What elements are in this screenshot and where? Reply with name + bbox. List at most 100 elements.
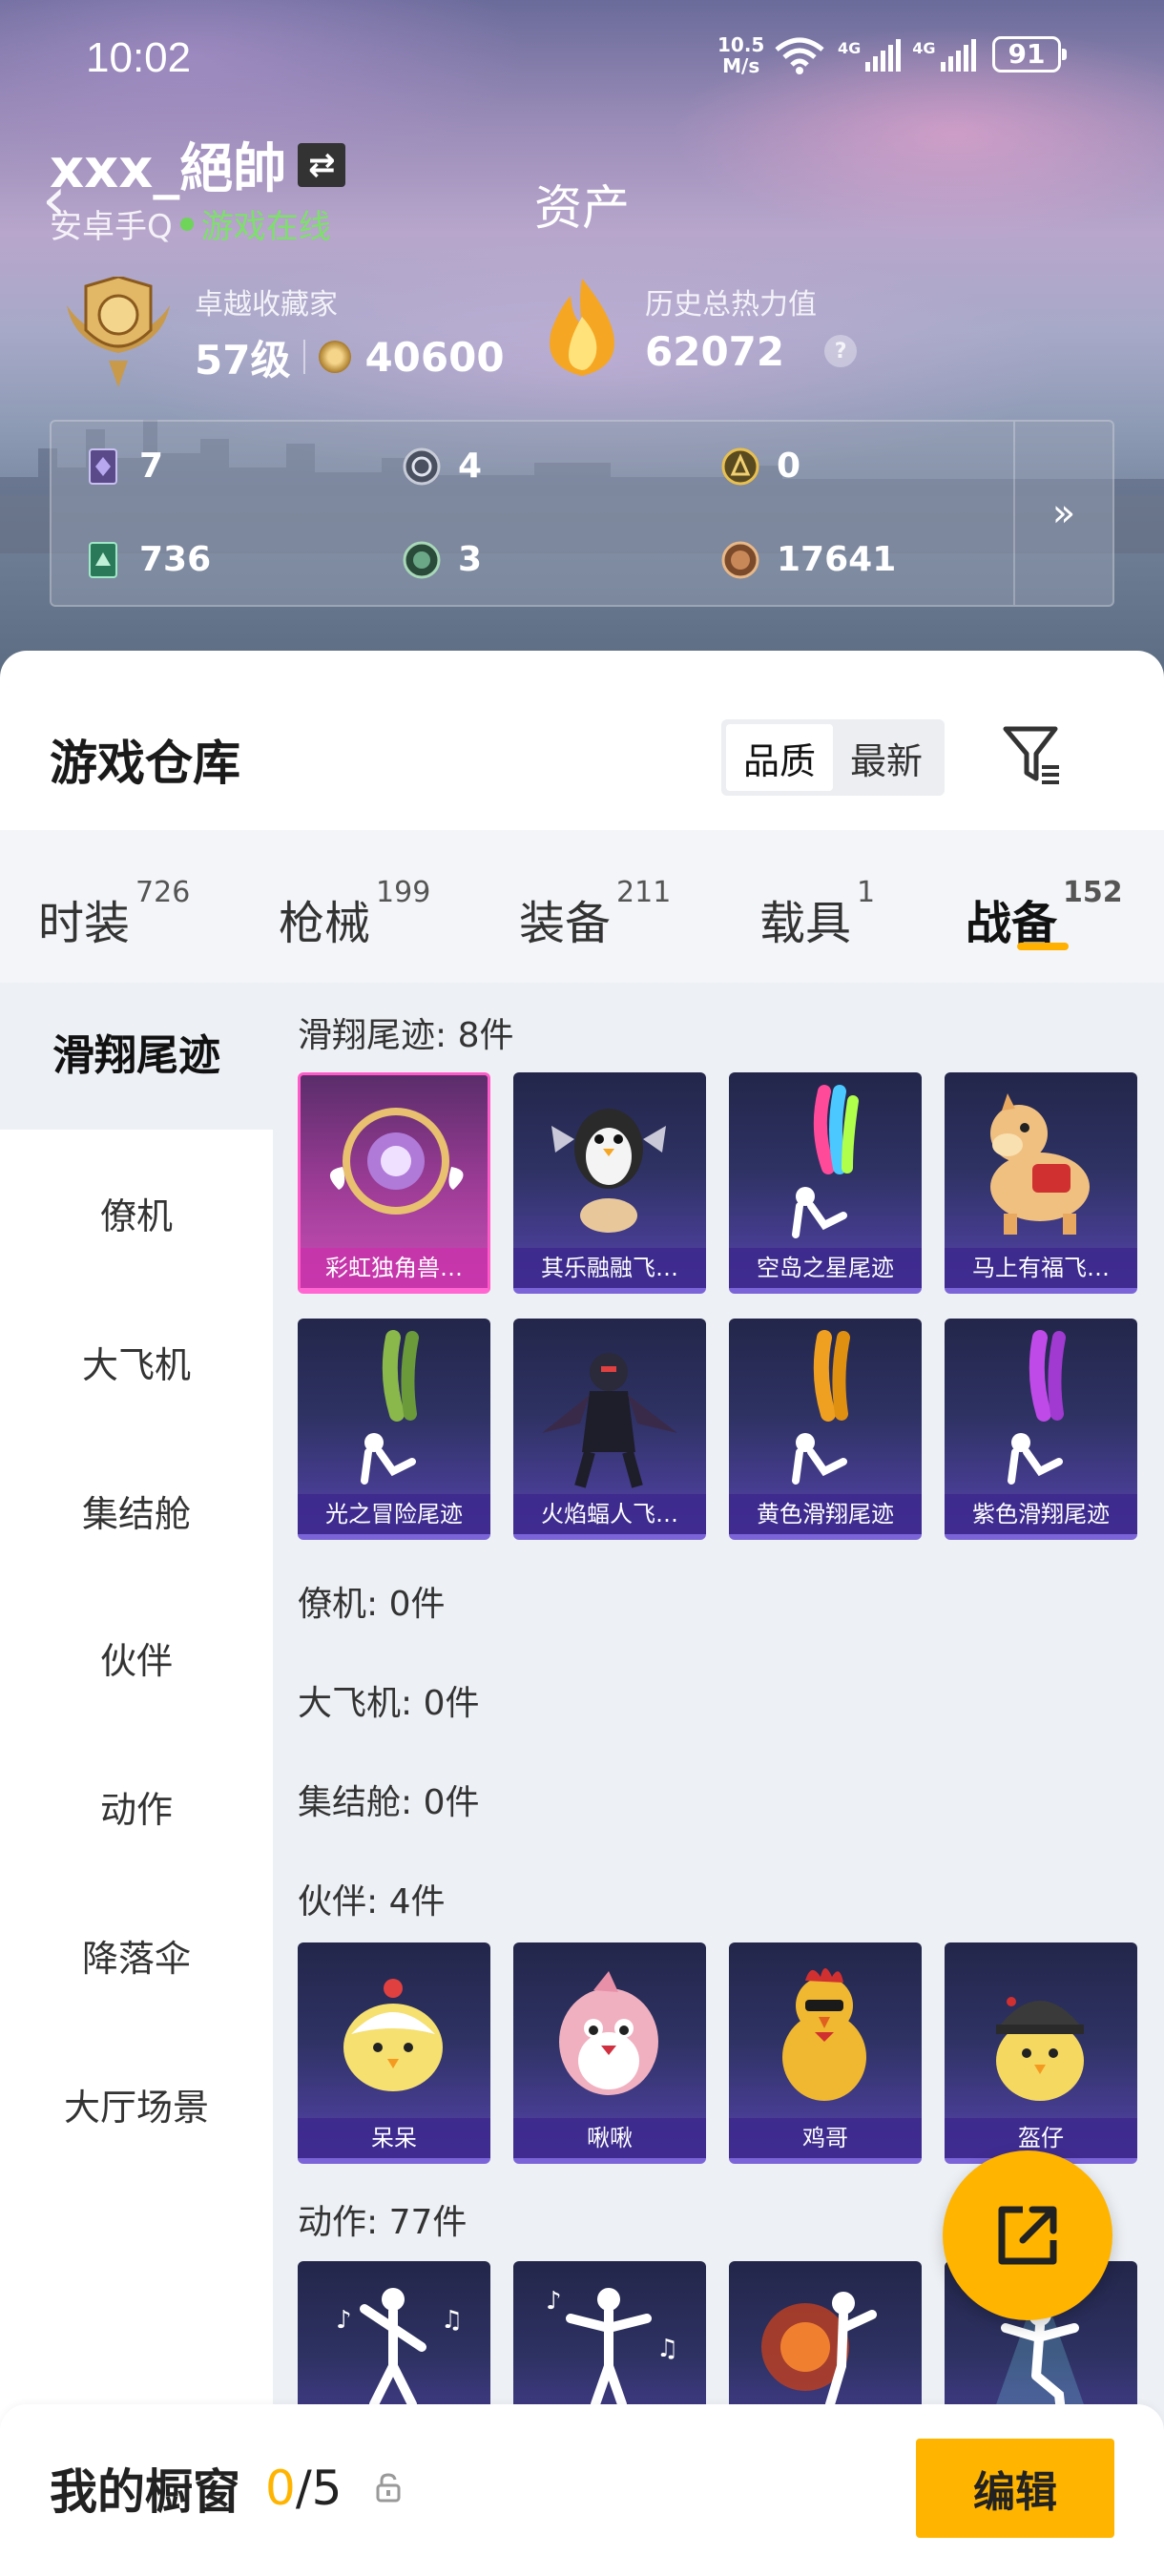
item-card[interactable]: 彩虹独角兽… xyxy=(298,1072,490,1294)
tab-vehicles[interactable]: 载具1 xyxy=(759,876,875,952)
status-bar: 10:02 10.5 M/s 4G 4G 91 xyxy=(0,29,1164,86)
section-title-pod: 集结舱: 0件 xyxy=(298,1783,480,1822)
currency-item: 736 xyxy=(84,540,211,579)
sidebar-item-emote[interactable]: 动作 xyxy=(0,1780,273,1833)
svg-text:♫: ♫ xyxy=(441,2306,463,2335)
item-card[interactable]: 盔仔 xyxy=(945,1942,1137,2164)
heat-stat: 历史总热力值 62072 ? xyxy=(534,275,858,380)
currency-panel[interactable]: 7 4 0 736 3 17641 » xyxy=(50,420,1114,607)
item-card[interactable]: 其乐融融飞… xyxy=(513,1072,706,1294)
currency-item: 17641 xyxy=(721,540,896,579)
collector-points: 40600 xyxy=(364,333,505,381)
status-time: 10:02 xyxy=(86,34,192,81)
section-title-plane: 大飞机: 0件 xyxy=(298,1684,480,1723)
green-coin-icon xyxy=(403,541,441,578)
purple-card-icon xyxy=(89,447,117,485)
green-card-icon xyxy=(89,541,117,578)
tab-weapons[interactable]: 枪械199 xyxy=(279,876,430,952)
expand-currency-icon[interactable]: » xyxy=(1013,422,1112,605)
active-tab-indicator xyxy=(1017,943,1069,950)
sidebar-item-lobby-scene[interactable]: 大厅场景 xyxy=(0,2078,273,2130)
item-card[interactable]: 黄色滑翔尾迹 xyxy=(729,1319,922,1540)
silver-coin-icon xyxy=(403,447,441,485)
pink-bird-icon xyxy=(559,1971,658,2095)
item-card[interactable]: 呆呆 xyxy=(298,1942,490,2164)
svg-text:♫: ♫ xyxy=(656,2335,678,2363)
battery-icon: 91 xyxy=(992,36,1067,73)
sidebar-item-partner[interactable]: 伙伴 xyxy=(0,1631,273,1684)
svg-text:♪: ♪ xyxy=(546,2287,562,2316)
showcase-bar: 我的橱窗 0/5 编辑 xyxy=(0,2404,1164,2576)
item-card[interactable]: 啾啾 xyxy=(513,1942,706,2164)
edit-button[interactable]: 编辑 xyxy=(916,2439,1114,2538)
showcase-count: 0/5 xyxy=(265,2461,343,2516)
currency-item: 4 xyxy=(403,447,482,486)
panel-title: 游戏仓库 xyxy=(50,736,240,791)
item-card[interactable]: 光之冒险尾迹 xyxy=(298,1319,490,1540)
heat-label: 历史总热力值 xyxy=(645,287,817,322)
section-title-partner: 伙伴: 4件 xyxy=(298,1882,446,1922)
share-external-icon xyxy=(998,2206,1057,2265)
helmet-chick-icon xyxy=(996,1997,1084,2101)
chick-dumb-icon xyxy=(343,1979,443,2091)
item-card[interactable]: 鸡哥 xyxy=(729,1942,922,2164)
collector-stat[interactable]: 卓越收藏家 57级 40600 xyxy=(57,277,505,389)
sidebar-item-pod[interactable]: 集结舱 xyxy=(0,1485,273,1537)
sidebar-item-glide-trail[interactable]: 滑翔尾迹 xyxy=(0,983,273,1130)
sort-toggle: 品质 最新 xyxy=(721,719,945,796)
purple-smoke-icon xyxy=(1008,1330,1066,1485)
currency-item: 7 xyxy=(84,447,163,486)
item-card[interactable]: 火焰蝠人飞… xyxy=(513,1319,706,1540)
rainbow-smoke-icon xyxy=(792,1085,859,1238)
svg-text:♪: ♪ xyxy=(336,2306,352,2335)
header-banner: 10:02 10.5 M/s 4G 4G 91 ‹ xxx_絕帥 ⇄ 资产 安卓… xyxy=(0,0,1164,687)
online-status: 游戏在线 xyxy=(179,200,331,247)
sidebar-item-parachute[interactable]: 降落伞 xyxy=(0,1929,273,1982)
signal-icon-2: 4G xyxy=(912,39,976,72)
item-grid-area: 滑翔尾迹: 8件 彩虹独角兽… 其乐融融飞… 空岛之星尾迹 马上有福飞… 光之冒… xyxy=(273,983,1164,2576)
collector-medal-icon xyxy=(67,277,170,387)
sort-latest-button[interactable]: 最新 xyxy=(833,724,940,791)
section-title-trail: 滑翔尾迹: 8件 xyxy=(298,1016,514,1055)
sidebar-item-plane[interactable]: 大飞机 xyxy=(0,1336,273,1388)
filter-icon[interactable] xyxy=(1002,723,1063,790)
sort-quality-button[interactable]: 品质 xyxy=(726,724,833,791)
rooster-icon xyxy=(782,1968,866,2101)
divider xyxy=(303,340,306,374)
sidebar-item-wingman[interactable]: 僚机 xyxy=(0,1187,273,1239)
showcase-info: 我的橱窗 0/5 xyxy=(50,2454,403,2523)
bronze-coin-icon xyxy=(721,541,759,578)
collector-level: 57级 xyxy=(195,336,291,384)
section-title-wingman: 僚机: 0件 xyxy=(298,1585,446,1624)
currency-item: 0 xyxy=(721,447,800,486)
tab-fashion[interactable]: 时装726 xyxy=(38,876,190,952)
share-button[interactable] xyxy=(943,2150,1112,2320)
item-card[interactable]: 空岛之星尾迹 xyxy=(729,1072,922,1294)
network-speed: 10.5 M/s xyxy=(717,33,765,77)
switch-account-icon[interactable]: ⇄ xyxy=(298,142,346,187)
flame-icon xyxy=(550,279,614,376)
wifi-icon xyxy=(775,37,824,74)
unicorn-trail-icon xyxy=(329,1108,464,1215)
heat-value: 62072 xyxy=(645,327,785,375)
help-icon[interactable]: ? xyxy=(824,335,858,367)
currency-item: 3 xyxy=(403,540,482,579)
yellow-smoke-icon xyxy=(792,1330,850,1485)
horse-plane-icon xyxy=(990,1093,1090,1235)
bat-man-plane-icon xyxy=(542,1353,677,1488)
penguin-plane-icon xyxy=(551,1109,666,1233)
subcategory-sidebar: 滑翔尾迹 僚机 大飞机 集结舱 伙伴 动作 降落伞 大厅场景 xyxy=(0,983,273,2576)
tab-equipment[interactable]: 装备211 xyxy=(519,876,671,952)
item-card[interactable]: 马上有福飞… xyxy=(945,1072,1137,1294)
collection-coin-icon xyxy=(319,341,352,373)
collector-label: 卓越收藏家 xyxy=(195,287,338,322)
category-tabs: 时装726 枪械199 装备211 载具1 战备152 xyxy=(0,830,1164,983)
green-smoke-icon xyxy=(361,1330,419,1485)
platform-info: 安卓手Q 游戏在线 xyxy=(50,200,331,247)
page-title: 资产 xyxy=(534,180,630,236)
item-card[interactable]: 紫色滑翔尾迹 xyxy=(945,1319,1137,1540)
online-dot-icon xyxy=(179,217,194,231)
signal-icon: 4G xyxy=(838,39,902,72)
gold-badge-icon xyxy=(721,447,759,485)
unlock-icon xyxy=(376,2473,401,2503)
